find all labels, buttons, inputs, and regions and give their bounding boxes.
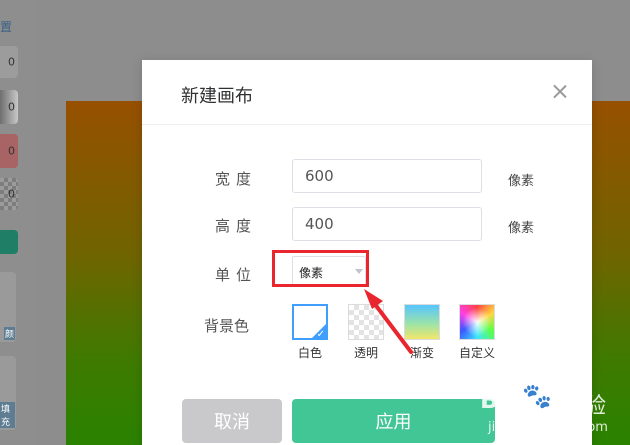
swatch-value: 0 — [8, 187, 15, 201]
watermark: Bai 🐾 经验 jingyan.baidu.com — [480, 380, 626, 442]
background-card-label: 填充 — [0, 402, 15, 428]
swatch-value: 0 — [8, 55, 15, 69]
bgcolor-label: 背景色 — [204, 317, 250, 335]
watermark-suffix: 经验 — [562, 394, 607, 419]
check-icon: ✓ — [316, 329, 325, 340]
width-label: 宽度 — [215, 170, 258, 188]
width-unit: 像素 — [508, 174, 535, 189]
white-swatch: ✓ — [292, 304, 328, 340]
bg-option-label: 白色 — [297, 346, 322, 360]
close-icon[interactable] — [548, 80, 572, 104]
apply-button[interactable]: 应用 — [292, 399, 495, 443]
background-swatch-3: 0 — [0, 134, 18, 168]
background-swatch-2: 0 — [0, 90, 18, 124]
custom-color-swatch — [459, 304, 495, 340]
transparent-swatch — [348, 304, 384, 340]
background-card-label: 颜 — [3, 327, 15, 340]
highlight-box — [272, 250, 369, 287]
bg-option-label: 渐变 — [409, 346, 434, 360]
height-unit: 像素 — [508, 221, 535, 236]
background-card-1: 颜 — [0, 272, 16, 342]
bg-option-label: 透明 — [353, 346, 378, 360]
cancel-button[interactable]: 取消 — [182, 399, 282, 443]
dialog-title: 新建画布 — [181, 86, 253, 107]
background-swatch-4: 0 — [0, 178, 18, 210]
swatch-value: 0 — [8, 100, 15, 114]
background-top-label: 置 — [0, 20, 13, 34]
width-input[interactable] — [292, 159, 482, 193]
background-swatch-5 — [0, 230, 18, 254]
gradient-swatch — [404, 304, 440, 340]
height-input[interactable] — [292, 207, 482, 241]
background-card-2: 填充 — [0, 356, 16, 430]
height-label: 高度 — [215, 217, 258, 235]
unit-label: 单位 — [215, 266, 258, 284]
dialog-header: 新建画布 — [142, 60, 592, 125]
watermark-url: jingyan.baidu.com — [488, 420, 608, 435]
watermark-logo: Bai — [480, 386, 521, 414]
bg-option-label: 自定义 — [458, 346, 495, 360]
paw-icon: 🐾 — [522, 382, 552, 410]
background-swatch-1: 0 — [0, 46, 18, 78]
swatch-value: 0 — [8, 144, 15, 158]
